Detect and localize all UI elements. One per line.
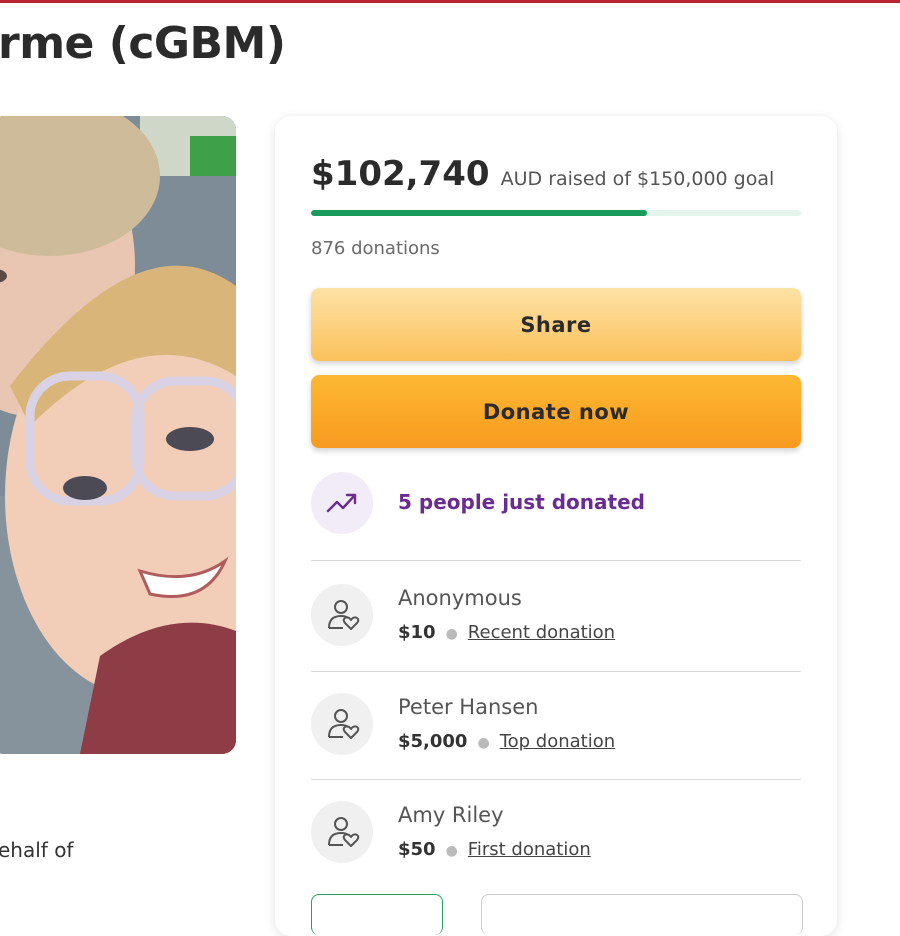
donation-tag-link[interactable]: Recent donation [468, 622, 615, 643]
raised-summary: $102,740 AUD raised of $150,000 goal [311, 154, 774, 194]
donation-item: Peter Hansen $5,000 ● Top donation [311, 689, 801, 773]
donor-heart-icon [311, 584, 373, 646]
campaign-photo [0, 116, 236, 754]
separator-dot: ● [445, 843, 458, 859]
raised-amount: $102,740 [311, 154, 490, 194]
donation-item: Amy Riley $50 ● First donation [311, 797, 801, 881]
separator-dot: ● [445, 626, 458, 642]
donor-name: Peter Hansen [398, 695, 539, 719]
divider [311, 560, 801, 561]
donation-card: $102,740 AUD raised of $150,000 goal 876… [275, 116, 837, 936]
donation-tag-link[interactable]: Top donation [500, 731, 615, 752]
donation-meta: $10 ● Recent donation [398, 622, 615, 643]
see-all-button[interactable] [311, 894, 443, 935]
see-top-button[interactable] [481, 894, 803, 935]
donor-name: Amy Riley [398, 803, 504, 827]
recent-activity-banner: 5 people just donated [311, 472, 801, 536]
donation-amount: $10 [398, 622, 436, 643]
donation-amount: $50 [398, 839, 436, 860]
donor-heart-icon [311, 693, 373, 755]
divider [311, 779, 801, 780]
donor-heart-icon [311, 801, 373, 863]
raised-goal-caption: AUD raised of $150,000 goal [500, 168, 775, 190]
brand-top-bar [0, 0, 900, 3]
progress-bar [311, 210, 801, 216]
divider [311, 671, 801, 672]
recent-donors-text: 5 people just donated [398, 490, 645, 514]
separator-dot: ● [477, 735, 490, 751]
donation-meta: $50 ● First donation [398, 839, 591, 860]
donation-meta: $5,000 ● Top donation [398, 731, 615, 752]
donor-name: Anonymous [398, 586, 522, 610]
share-button[interactable]: Share [311, 288, 801, 361]
donation-amount: $5,000 [398, 731, 468, 752]
page-title: rme (cGBM) [0, 18, 286, 69]
donation-tag-link[interactable]: First donation [468, 839, 591, 860]
trending-up-icon [311, 472, 373, 534]
progress-fill [311, 210, 647, 216]
donation-item: Anonymous $10 ● Recent donation [311, 580, 801, 664]
story-snippet: ehalf of [0, 838, 74, 862]
donation-count: 876 donations [311, 238, 440, 259]
donate-now-button[interactable]: Donate now [311, 375, 801, 448]
